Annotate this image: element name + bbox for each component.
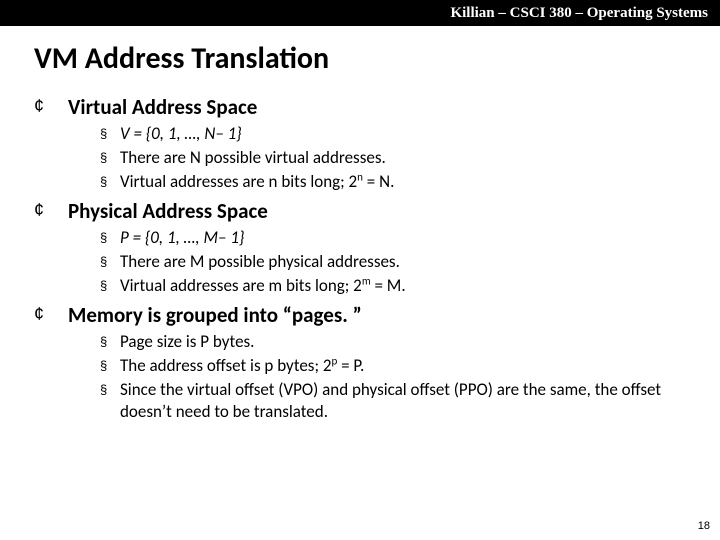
list-item-text: There are M possible physical addresses. — [120, 251, 400, 273]
bullet-l1-icon: ¢ — [34, 95, 68, 117]
section-heading: ¢ Memory is grouped into “pages. ” — [34, 303, 700, 327]
bullet-l1-icon: ¢ — [34, 199, 68, 221]
section-heading: ¢ Physical Address Space — [34, 199, 700, 223]
list-item-text: P = {0, 1, …, M– 1} — [120, 227, 244, 249]
course-header: Killian – CSCI 380 – Operating Systems — [0, 0, 720, 26]
bullet-l2-icon: § — [100, 331, 120, 353]
section-items: § Page size is P bytes. § The address of… — [34, 331, 700, 423]
list-item: § Page size is P bytes. — [100, 331, 700, 353]
section-heading: ¢ Virtual Address Space — [34, 95, 700, 119]
list-item: § P = {0, 1, …, M– 1} — [100, 227, 700, 249]
bullet-l2-icon: § — [100, 171, 120, 193]
list-item-text: The address offset is p bytes; 2p = P. — [120, 355, 364, 377]
list-item: § Since the virtual offset (VPO) and phy… — [100, 379, 700, 423]
bullet-l2-icon: § — [100, 227, 120, 249]
slide-title: VM Address Translation — [0, 26, 720, 89]
list-item: § V = {0, 1, …, N– 1} — [100, 123, 700, 145]
list-item-text: V = {0, 1, …, N– 1} — [120, 123, 242, 145]
section-items: § P = {0, 1, …, M– 1} § There are M poss… — [34, 227, 700, 297]
page-number: 18 — [698, 520, 710, 532]
list-item-text: Page size is P bytes. — [120, 331, 254, 353]
bullet-l2-icon: § — [100, 275, 120, 297]
section-heading-text: Memory is grouped into “pages. ” — [68, 303, 362, 327]
list-item: § Virtual addresses are m bits long; 2m … — [100, 275, 700, 297]
slide-content: ¢ Virtual Address Space § V = {0, 1, …, … — [0, 95, 720, 423]
section-heading-text: Virtual Address Space — [68, 95, 257, 119]
list-item-text: Virtual addresses are n bits long; 2n = … — [120, 171, 394, 193]
list-item-text: Virtual addresses are m bits long; 2m = … — [120, 275, 406, 297]
list-item: § There are M possible physical addresse… — [100, 251, 700, 273]
bullet-l2-icon: § — [100, 147, 120, 169]
bullet-l2-icon: § — [100, 355, 120, 377]
bullet-l2-icon: § — [100, 251, 120, 273]
section-heading-text: Physical Address Space — [68, 199, 268, 223]
list-item-text: There are N possible virtual addresses. — [120, 147, 386, 169]
bullet-l1-icon: ¢ — [34, 303, 68, 325]
bullet-l2-icon: § — [100, 123, 120, 145]
list-item-text: Since the virtual offset (VPO) and physi… — [120, 379, 700, 423]
section-items: § V = {0, 1, …, N– 1} § There are N poss… — [34, 123, 700, 193]
slide: Killian – CSCI 380 – Operating Systems V… — [0, 0, 720, 540]
bullet-l2-icon: § — [100, 379, 120, 401]
list-item: § Virtual addresses are n bits long; 2n … — [100, 171, 700, 193]
list-item: § There are N possible virtual addresses… — [100, 147, 700, 169]
list-item: § The address offset is p bytes; 2p = P. — [100, 355, 700, 377]
